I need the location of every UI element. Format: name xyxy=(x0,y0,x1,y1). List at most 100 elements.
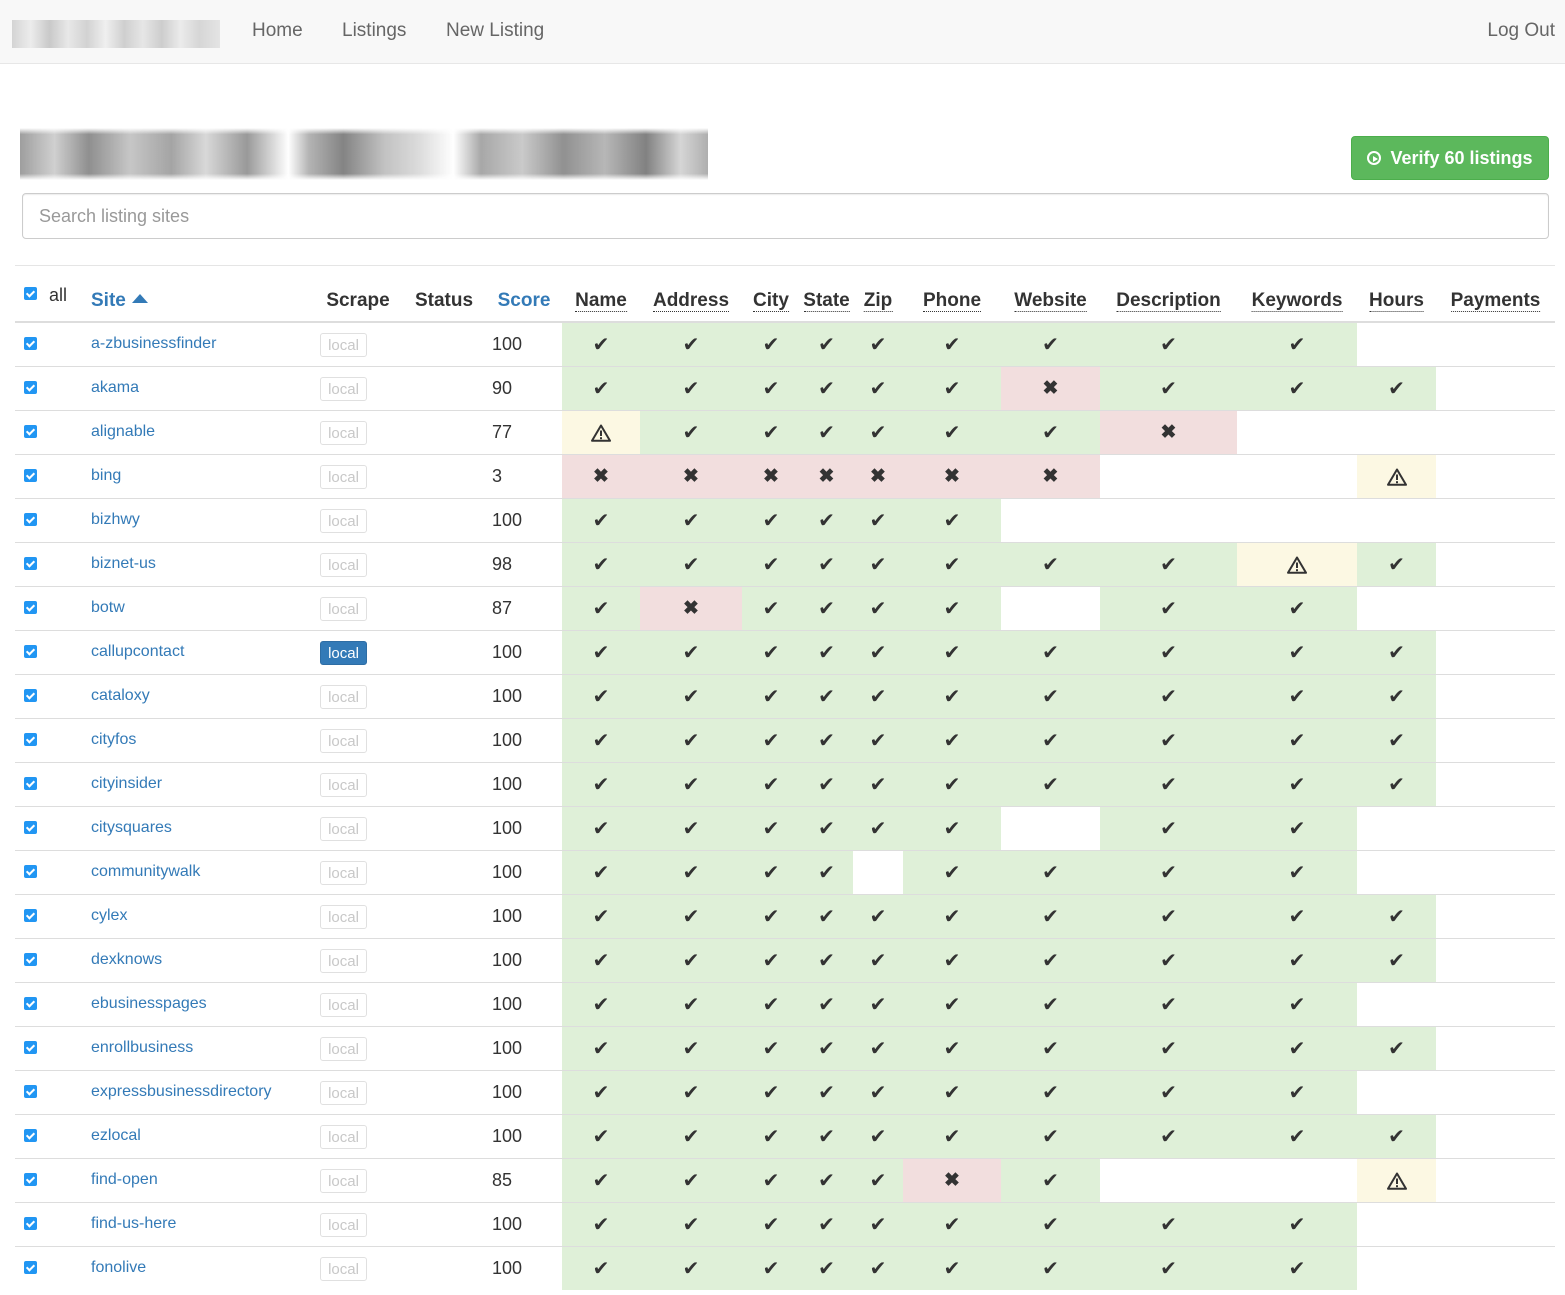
row-select-checkbox[interactable] xyxy=(24,557,37,570)
check-icon: ✔ xyxy=(1160,817,1177,840)
site-link[interactable]: enrollbusiness xyxy=(91,1039,193,1057)
row-select-checkbox[interactable] xyxy=(24,953,37,966)
site-link[interactable]: cityfos xyxy=(91,731,136,749)
site-link[interactable]: find-us-here xyxy=(91,1215,176,1233)
row-select-checkbox[interactable] xyxy=(24,1041,37,1054)
nav-home-link[interactable]: Home xyxy=(252,20,303,42)
column-header-site[interactable]: Site xyxy=(91,290,148,312)
column-header-score[interactable]: Score xyxy=(498,290,551,312)
row-select-checkbox[interactable] xyxy=(24,1217,37,1230)
site-link[interactable]: communitywalk xyxy=(91,863,200,881)
site-link[interactable]: fonolive xyxy=(91,1259,146,1277)
scrape-local-button[interactable]: local xyxy=(320,377,367,401)
scrape-local-button[interactable]: local xyxy=(320,729,367,753)
hours-status-cell: ✔ xyxy=(1357,719,1436,762)
scrape-local-button[interactable]: local xyxy=(320,1081,367,1105)
row-select-checkbox[interactable] xyxy=(24,645,37,658)
site-link[interactable]: cityinsider xyxy=(91,775,162,793)
scrape-local-button[interactable]: local xyxy=(320,861,367,885)
scrape-local-button[interactable]: local xyxy=(320,509,367,533)
description-status-cell: ✔ xyxy=(1100,631,1237,674)
site-link[interactable]: biznet-us xyxy=(91,555,156,573)
site-link[interactable]: citysquares xyxy=(91,819,172,837)
row-select-checkbox[interactable] xyxy=(24,381,37,394)
scrape-local-button[interactable]: local xyxy=(320,685,367,709)
address-status-cell: ✔ xyxy=(640,1159,742,1202)
column-header-status: Status xyxy=(414,290,474,311)
row-select-checkbox[interactable] xyxy=(24,469,37,482)
nav-new-listing-link[interactable]: New Listing xyxy=(446,20,544,42)
scrape-local-button[interactable]: local xyxy=(320,597,367,621)
site-link[interactable]: cylex xyxy=(91,907,127,925)
check-icon: ✔ xyxy=(682,1037,700,1060)
row-select-checkbox[interactable] xyxy=(24,425,37,438)
site-link[interactable]: akama xyxy=(91,379,139,397)
scrape-local-button[interactable]: local xyxy=(320,773,367,797)
scrape-local-button[interactable]: local xyxy=(320,1213,367,1237)
row-select-checkbox[interactable] xyxy=(24,1085,37,1098)
site-link[interactable]: dexknows xyxy=(91,951,162,969)
row-select-checkbox[interactable] xyxy=(24,513,37,526)
row-select-checkbox[interactable] xyxy=(24,733,37,746)
scrape-local-button[interactable]: local xyxy=(320,421,367,445)
site-link[interactable]: alignable xyxy=(91,423,155,441)
row-select-checkbox[interactable] xyxy=(24,1129,37,1142)
row-select-checkbox[interactable] xyxy=(24,997,37,1010)
website-status-cell xyxy=(1001,807,1100,850)
scrape-local-button[interactable]: local xyxy=(320,817,367,841)
verify-listings-button[interactable]: Verify 60 listings xyxy=(1351,136,1549,180)
check-icon: ✔ xyxy=(592,993,610,1016)
scrape-local-button[interactable]: local xyxy=(320,993,367,1017)
site-link[interactable]: ezlocal xyxy=(91,1127,141,1145)
row-select-checkbox[interactable] xyxy=(24,865,37,878)
select-all-checkbox[interactable] xyxy=(24,287,37,300)
site-link[interactable]: expressbusinessdirectory xyxy=(91,1083,272,1101)
scrape-local-button[interactable]: local xyxy=(320,641,367,665)
table-row: fonolive local 100 ✔ ✔ ✔ ✔ ✔ ✔ ✔ ✔ ✔ xyxy=(15,1246,1555,1290)
site-link[interactable]: ebusinesspages xyxy=(91,995,207,1013)
column-header-state: State xyxy=(803,290,850,312)
logout-link[interactable]: Log Out xyxy=(1487,20,1555,42)
site-link[interactable]: bizhwy xyxy=(91,511,140,529)
row-select-checkbox[interactable] xyxy=(24,1173,37,1186)
check-icon: ✔ xyxy=(1388,553,1405,576)
scrape-local-button[interactable]: local xyxy=(320,949,367,973)
site-link[interactable]: a-zbusinessfinder xyxy=(91,335,216,353)
check-icon: ✔ xyxy=(1288,1125,1306,1148)
site-link[interactable]: callupcontact xyxy=(91,643,184,661)
scrape-local-button[interactable]: local xyxy=(320,465,367,489)
phone-status-cell: ✔ xyxy=(903,1203,1001,1246)
scrape-local-button[interactable]: local xyxy=(320,553,367,577)
scrape-local-button[interactable]: local xyxy=(320,333,367,357)
search-listing-sites-input[interactable] xyxy=(22,193,1549,239)
scrape-local-button[interactable]: local xyxy=(320,1169,367,1193)
score-value: 90 xyxy=(492,378,513,398)
row-select-checkbox[interactable] xyxy=(24,1261,37,1274)
row-select-checkbox[interactable] xyxy=(24,601,37,614)
row-select-checkbox[interactable] xyxy=(24,909,37,922)
phone-status-cell: ✔ xyxy=(903,1027,1001,1070)
description-status-cell: ✔ xyxy=(1100,895,1237,938)
scrape-local-button[interactable]: local xyxy=(320,1037,367,1061)
city-status-cell: ✔ xyxy=(742,675,800,718)
nav-listings-link[interactable]: Listings xyxy=(342,20,406,42)
row-select-checkbox[interactable] xyxy=(24,777,37,790)
site-link[interactable]: botw xyxy=(91,599,125,617)
row-select-checkbox[interactable] xyxy=(24,337,37,350)
scrape-local-button[interactable]: local xyxy=(320,905,367,929)
row-select-checkbox[interactable] xyxy=(24,821,37,834)
site-link[interactable]: bing xyxy=(91,467,121,485)
row-select-checkbox[interactable] xyxy=(24,689,37,702)
hours-status-cell: ✔ xyxy=(1357,763,1436,806)
scrape-local-button[interactable]: local xyxy=(320,1125,367,1149)
brand-logo-blurred[interactable] xyxy=(12,20,220,48)
check-icon: ✔ xyxy=(1160,993,1177,1016)
check-icon: ✔ xyxy=(943,773,961,796)
site-link[interactable]: cataloxy xyxy=(91,687,150,705)
scrape-local-button[interactable]: local xyxy=(320,1257,367,1281)
state-status-cell: ✔ xyxy=(800,1071,853,1114)
zip-status-cell: ✔ xyxy=(853,1159,903,1202)
check-icon: ✔ xyxy=(1042,1081,1059,1104)
address-status-cell: ✔ xyxy=(640,895,742,938)
site-link[interactable]: find-open xyxy=(91,1171,158,1189)
